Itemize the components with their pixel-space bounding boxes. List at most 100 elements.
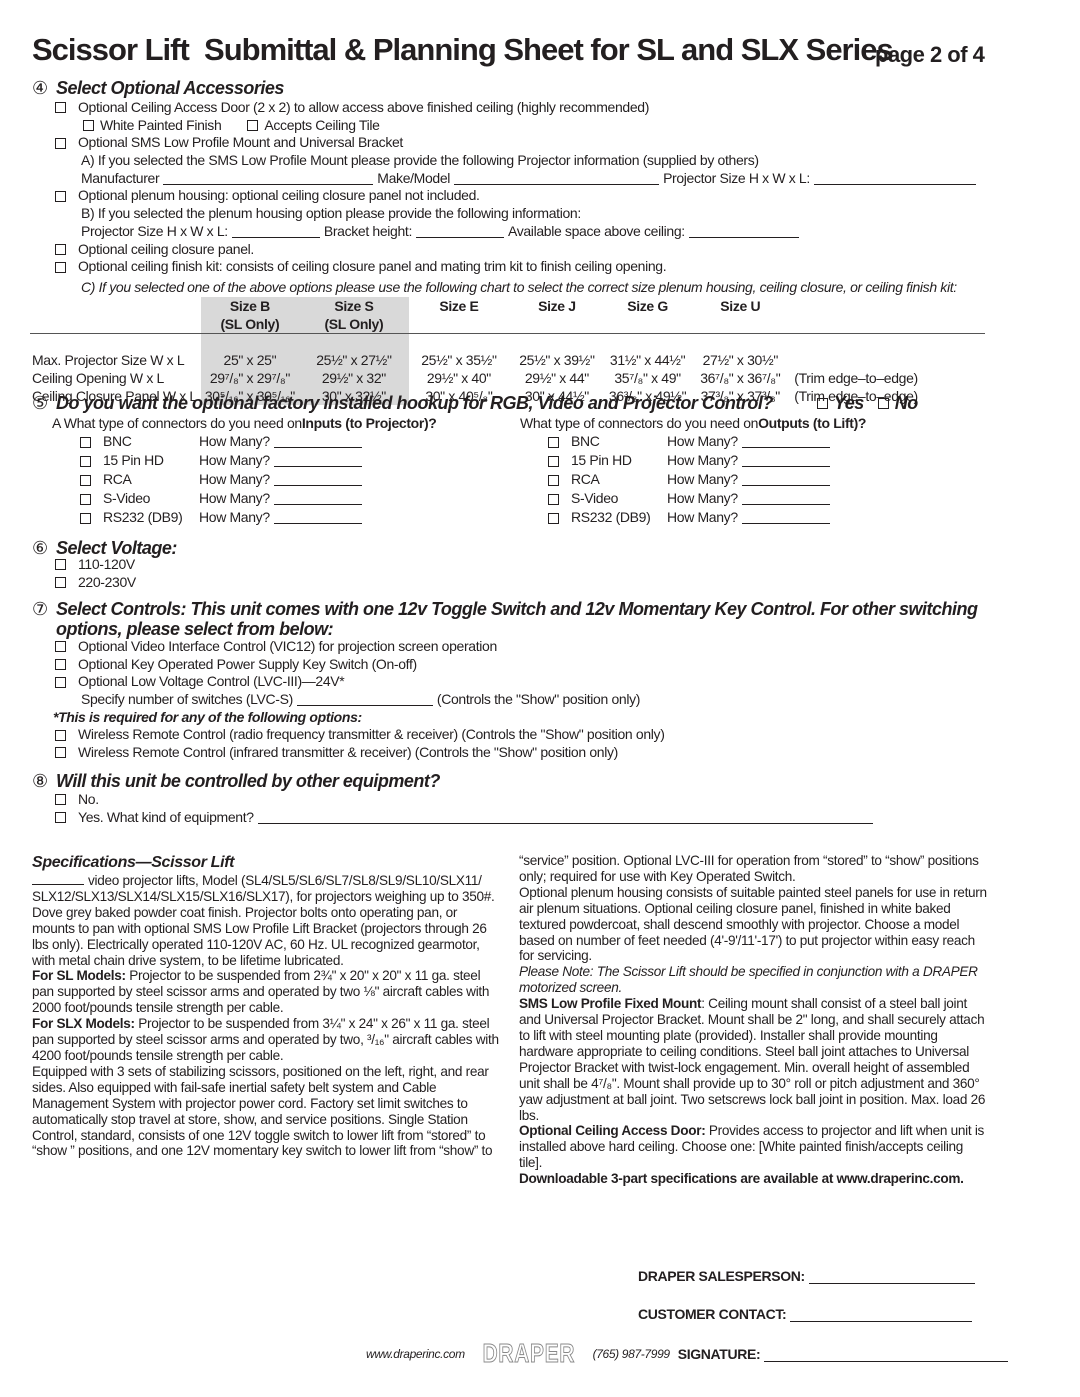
draper-logo: DRAPER	[482, 1338, 575, 1369]
checkbox-finish-kit[interactable]	[55, 261, 66, 273]
input-count-field[interactable]	[273, 493, 362, 506]
specs-bold: For SLX Models:	[32, 1016, 135, 1032]
header-size-u: Size U	[720, 298, 761, 314]
option-label: Optional Ceiling Access Door (2 x 2) to …	[78, 99, 650, 115]
header-size-j: Size J	[538, 298, 576, 314]
checkbox-output-connector[interactable]	[548, 474, 559, 486]
space-above-ceiling-field[interactable]	[688, 226, 799, 238]
checkbox-input-connector[interactable]	[80, 455, 91, 467]
inputs-column: A What type of connectors do you need on…	[52, 415, 437, 528]
section-number: ⑤	[32, 393, 48, 413]
specs-text: Optional plenum housing consists of suit…	[519, 884, 987, 964]
how-many-label: How Many?	[667, 452, 738, 469]
equipment-field[interactable]	[257, 812, 873, 824]
make-model-field[interactable]	[454, 173, 660, 185]
specs-text: video projector lifts, Model (SL4/SL5/SL…	[32, 873, 495, 968]
option-label: Optional Low Voltage Control (LVC-III)—2…	[78, 673, 345, 690]
size-table: Size B Size S Size E Size J Size G Size …	[30, 297, 985, 405]
output-count-field[interactable]	[741, 512, 830, 525]
salesperson-row: DRAPER SALESPERSON:	[638, 1268, 979, 1284]
connector-label: BNC	[103, 433, 132, 450]
output-count-field[interactable]	[741, 455, 830, 468]
checkbox-input-connector[interactable]	[80, 436, 91, 448]
checkbox-wireless-ir[interactable]	[55, 747, 66, 759]
signature-field[interactable]	[764, 1350, 1009, 1362]
checkbox-output-connector[interactable]	[548, 512, 559, 524]
checkbox-access-door[interactable]	[55, 102, 66, 114]
specs-download: Downloadable 3-part specifications are a…	[519, 1171, 964, 1187]
output-count-field[interactable]	[741, 436, 830, 449]
checkbox-no[interactable]	[877, 398, 889, 409]
output-count-field[interactable]	[741, 474, 830, 487]
cell: 25½" x 27½"	[298, 351, 409, 369]
checkbox-other-no[interactable]	[55, 794, 66, 806]
specs-text: : Ceiling mount shall consist of a steel…	[519, 996, 986, 1123]
option-label: Optional Video Interface Control (VIC12)…	[78, 638, 497, 654]
how-many-label: How Many?	[667, 509, 738, 526]
salesperson-field[interactable]	[808, 1272, 975, 1284]
website-link[interactable]: www.draperinc.com	[366, 1347, 465, 1361]
connector-label: 15 Pin HD	[571, 452, 632, 469]
checkbox-other-yes[interactable]	[55, 812, 66, 824]
checkbox-output-connector[interactable]	[548, 455, 559, 467]
customer-contact-field[interactable]	[790, 1310, 973, 1322]
input-count-field[interactable]	[273, 512, 362, 525]
row-note	[790, 351, 985, 369]
checkbox-input-connector[interactable]	[80, 512, 91, 524]
specs-right-column: “service” position. Optional LVC-III for…	[519, 853, 989, 1187]
checkbox-output-connector[interactable]	[548, 436, 559, 448]
checkbox-plenum[interactable]	[55, 190, 66, 202]
checkbox-white-finish[interactable]	[83, 120, 94, 132]
section-8-heading: ⑧ Will this unit be controlled by other e…	[32, 771, 440, 792]
how-many-label: How Many?	[199, 509, 270, 526]
input-count-field[interactable]	[273, 474, 362, 487]
checkbox-yes[interactable]	[816, 398, 828, 409]
checkbox-voltage-220[interactable]	[55, 577, 66, 589]
checkbox-sms-mount[interactable]	[55, 137, 66, 149]
checkbox-input-connector[interactable]	[80, 493, 91, 505]
projector-size-field-2[interactable]	[231, 226, 320, 238]
specs-blank	[32, 875, 84, 885]
output-count-field[interactable]	[741, 493, 830, 506]
field-label: DRAPER SALESPERSON:	[638, 1268, 805, 1284]
manufacturer-field[interactable]	[163, 173, 374, 185]
option-label: Accepts Ceiling Tile	[264, 116, 380, 133]
specs-left-column: Specifications—Scissor Lift video projec…	[32, 853, 500, 1159]
projector-size-field[interactable]	[813, 173, 976, 185]
connector-label: RS232 (DB9)	[571, 509, 651, 526]
checkbox-key-switch[interactable]	[55, 659, 66, 671]
option-label: Optional Key Operated Power Supply Key S…	[78, 655, 417, 672]
option-label: Optional ceiling finish kit: consists of…	[78, 258, 667, 275]
checkbox-vic12[interactable]	[55, 641, 66, 653]
checkbox-lvc[interactable]	[55, 676, 66, 688]
header-size-s: Size S	[298, 297, 409, 315]
how-many-label: How Many?	[667, 471, 738, 488]
connector-row: RCA How Many?	[520, 471, 866, 490]
checkbox-voltage-110[interactable]	[55, 559, 66, 571]
cell: 31½" x 44½"	[609, 352, 686, 368]
connector-label: BNC	[571, 433, 600, 450]
bracket-height-field[interactable]	[415, 226, 504, 238]
checkbox-input-connector[interactable]	[80, 474, 91, 486]
switch-count-field[interactable]	[296, 694, 433, 706]
section-number: ⑥	[32, 538, 48, 558]
input-count-field[interactable]	[273, 436, 362, 449]
option-label: Optional SMS Low Profile Mount and Unive…	[78, 134, 403, 151]
cell: 27½" x 30½"	[702, 352, 779, 368]
connector-label: RCA	[103, 471, 132, 488]
how-many-label: How Many?	[199, 452, 270, 469]
field-label: Projector Size H x W x L:	[81, 222, 228, 239]
section-4-heading: ④ Select Optional Accessories	[32, 78, 284, 99]
connector-label: S-Video	[103, 490, 151, 507]
checkbox-wireless-rf[interactable]	[55, 729, 66, 741]
outputs-column: What type of connectors do you need on O…	[520, 415, 866, 528]
checkbox-closure-panel[interactable]	[55, 243, 66, 255]
cell: 29½" x 32"	[298, 369, 409, 387]
checkbox-ceiling-tile[interactable]	[247, 120, 259, 132]
input-count-field[interactable]	[273, 455, 362, 468]
checkbox-output-connector[interactable]	[548, 493, 559, 505]
cell: 35⁷/₈" x 49"	[614, 370, 681, 386]
field-label: CUSTOMER CONTACT:	[638, 1306, 787, 1322]
section-title: Will this unit be controlled by other eq…	[56, 771, 440, 791]
connector-label: 15 Pin HD	[103, 452, 164, 469]
